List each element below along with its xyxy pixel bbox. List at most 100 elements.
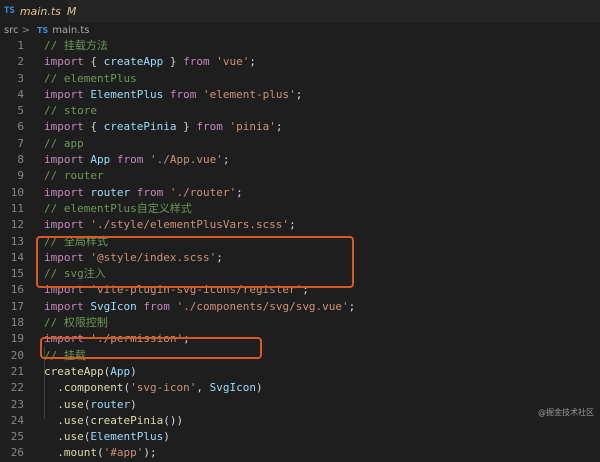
code-token: createPinia [90, 413, 164, 427]
code-line[interactable]: 6 import { createPinia } from 'pinia'; [0, 119, 600, 135]
line-number: 13 [10, 234, 24, 248]
code-token: import [44, 55, 84, 69]
editor-tab-bar: TS main.ts M [0, 0, 600, 22]
tab-main-ts[interactable]: TS main.ts M [0, 0, 76, 22]
line-number: 7 [17, 136, 24, 150]
code-line[interactable]: 2 import { createApp } from 'vue'; [0, 54, 600, 70]
code-text: // 挂载方法 [44, 38, 108, 54]
code-token: './App.vue' [150, 153, 223, 167]
code-token: from [196, 120, 223, 134]
code-text: // 权限控制 [44, 315, 108, 331]
line-number: 8 [17, 153, 24, 167]
code-token: use [63, 430, 84, 444]
code-line[interactable]: 16 import 'vite-plugin-svg-icons/register… [0, 282, 600, 298]
code-token: ; [348, 299, 356, 313]
breadcrumb-file-main-ts[interactable]: main.ts [52, 25, 89, 36]
code-token: ElementPlus [90, 430, 164, 444]
code-token: import [44, 87, 84, 101]
code-line[interactable]: 5 // store [0, 103, 600, 119]
code-text: import './style/elementPlusVars.scss'; [44, 217, 296, 233]
code-token: import [44, 120, 84, 134]
code-line[interactable]: 18 // 权限控制 [0, 315, 600, 331]
code-token: ; [216, 250, 223, 264]
code-token: } [163, 55, 184, 69]
code-token: // elementPlus [44, 71, 137, 85]
code-token: import [44, 332, 84, 346]
code-line[interactable]: 9 // router [0, 168, 600, 184]
code-token: router [90, 185, 131, 199]
code-token: './style/elementPlusVars.scss' [90, 218, 290, 232]
code-text: import 'vite-plugin-svg-icons/register'; [44, 282, 309, 298]
code-line[interactable]: 20 // 挂载 [0, 348, 600, 364]
code-editor[interactable]: 1 // 挂载方法 2 import { createApp } from 'vue'… [0, 38, 600, 462]
code-line[interactable]: 4 import ElementPlus from 'element-plus'; [0, 87, 600, 103]
breadcrumb: src > TS main.ts [0, 22, 600, 38]
code-line[interactable]: 10 import router from './router'; [0, 185, 600, 201]
code-text: .component('svg-icon', SvgIcon) [44, 380, 263, 396]
tab-file-name: main.ts [19, 4, 61, 18]
code-line[interactable]: 25 .use(ElementPlus) [0, 429, 600, 445]
code-token: ; [236, 185, 243, 199]
code-line[interactable]: 12 import './style/elementPlusVars.scss'; [0, 217, 600, 233]
code-line[interactable]: 21 createApp(App) [0, 364, 600, 380]
code-token: ( [97, 446, 104, 460]
code-line[interactable]: 7 // app [0, 136, 600, 152]
code-token: 'element-plus' [202, 87, 296, 101]
code-text: import './permission'; [44, 331, 190, 347]
code-token: ) [255, 381, 263, 395]
code-token: import [44, 283, 84, 297]
line-number: 19 [10, 332, 24, 346]
code-line[interactable]: 11 // elementPlus自定义样式 [0, 201, 600, 217]
code-line[interactable]: 15 // svg注入 [0, 266, 600, 282]
code-text: .use(router) [44, 397, 137, 413]
watermark: @掘金技术社区 [538, 408, 594, 417]
line-number: 10 [10, 185, 24, 199]
code-token: ) [163, 430, 170, 444]
code-token: // elementPlus自定义样式 [44, 201, 192, 215]
code-line[interactable]: 8 import App from './App.vue'; [0, 152, 600, 168]
code-line[interactable]: 14 import '@style/index.scss'; [0, 250, 600, 266]
code-token: import [44, 218, 84, 232]
code-line[interactable]: 22 .component('svg-icon', SvgIcon) [0, 380, 600, 396]
code-token: } [176, 120, 197, 134]
code-line[interactable]: 24 .use(createPinia()) [0, 413, 600, 429]
code-token: ) [130, 397, 137, 411]
code-token: // router [44, 169, 104, 183]
code-token: . [44, 397, 64, 411]
code-text: .mount('#app'); [44, 445, 156, 461]
breadcrumb-folder-src[interactable]: src [4, 25, 19, 36]
code-token: ; [295, 87, 303, 101]
code-token: ( [83, 430, 91, 444]
code-text: .use(ElementPlus) [44, 429, 170, 445]
line-number: 5 [17, 104, 24, 118]
code-line[interactable]: 23 .use(router) [0, 397, 600, 413]
code-text: import { createPinia } from 'pinia'; [44, 119, 282, 135]
code-text: import { createApp } from 'vue'; [44, 54, 256, 70]
code-token: from [143, 299, 170, 313]
code-line[interactable]: 13 // 全局样式 [0, 234, 600, 250]
line-number: 2 [17, 55, 24, 69]
code-token: ; [183, 332, 190, 346]
code-line[interactable]: 26 .mount('#app'); [0, 445, 600, 461]
code-token: 'svg-icon' [130, 381, 197, 395]
code-token: router [90, 397, 131, 411]
code-text: import App from './App.vue'; [44, 152, 229, 168]
code-token: createApp [103, 55, 164, 69]
code-line[interactable]: 17 import SvgIcon from './components/svg/… [0, 299, 600, 315]
code-line[interactable]: 19 import './permission'; [0, 331, 600, 347]
code-token: from [183, 55, 210, 69]
code-text: // elementPlus [44, 71, 137, 87]
line-number: 23 [10, 397, 24, 411]
code-line[interactable]: 3 // elementPlus [0, 71, 600, 87]
code-text: // router [44, 168, 104, 184]
code-text: // 挂载 [44, 348, 86, 364]
code-token: ) [130, 364, 137, 378]
code-line[interactable]: 1 // 挂载方法 [0, 38, 600, 54]
code-text: .use(createPinia()) [44, 413, 183, 429]
line-number: 25 [10, 430, 24, 444]
line-number: 14 [10, 250, 24, 264]
code-token: from [169, 87, 197, 101]
